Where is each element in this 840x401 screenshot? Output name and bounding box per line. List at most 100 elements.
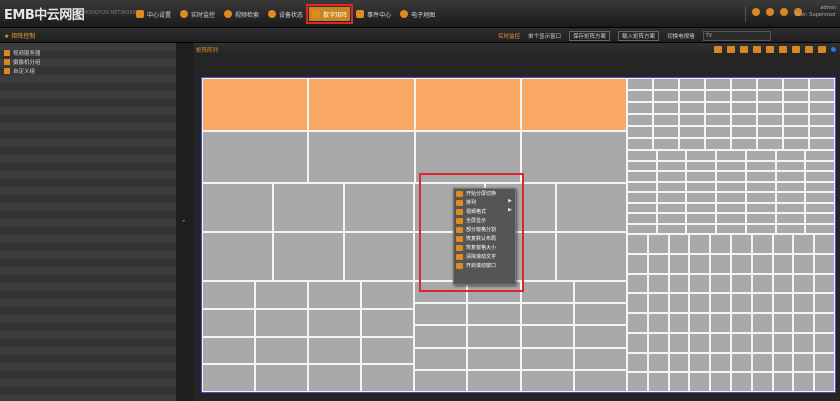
video-window[interactable] — [361, 308, 414, 337]
context-menu-item[interactable]: 开启滚动窗口 — [454, 261, 515, 270]
video-window[interactable] — [679, 126, 705, 138]
video-window[interactable] — [745, 213, 776, 224]
video-window[interactable] — [716, 213, 746, 224]
video-window[interactable] — [751, 273, 773, 294]
video-window[interactable] — [731, 102, 757, 114]
video-window[interactable] — [783, 78, 809, 90]
video-window[interactable] — [686, 192, 717, 203]
video-window[interactable] — [647, 273, 669, 294]
video-window[interactable] — [686, 223, 717, 234]
video-window[interactable] — [745, 223, 776, 234]
video-window[interactable] — [647, 253, 669, 274]
video-window[interactable] — [689, 352, 711, 373]
video-window[interactable] — [627, 126, 653, 138]
video-window[interactable] — [731, 234, 752, 254]
video-window[interactable] — [627, 90, 653, 102]
video-window[interactable] — [679, 138, 705, 150]
video-window[interactable] — [705, 114, 731, 126]
snapshot-icon[interactable] — [792, 46, 800, 53]
tvwall-select[interactable]: TV — [702, 31, 771, 41]
video-window[interactable] — [751, 372, 773, 392]
video-window[interactable] — [520, 78, 627, 131]
tree-item-video-server[interactable]: 视频服务器 — [4, 49, 41, 57]
nav-live-monitor[interactable]: 实时监控 — [177, 7, 218, 21]
video-window[interactable] — [414, 78, 521, 131]
video-window[interactable] — [705, 126, 731, 138]
video-window[interactable] — [716, 202, 746, 213]
layout-1-icon[interactable] — [714, 46, 722, 53]
video-window[interactable] — [627, 293, 648, 313]
video-window[interactable] — [647, 234, 669, 254]
video-window[interactable] — [716, 181, 746, 192]
video-window[interactable] — [308, 364, 361, 392]
video-window[interactable] — [668, 273, 690, 294]
video-window[interactable] — [716, 150, 746, 161]
video-window[interactable] — [414, 303, 468, 326]
video-window[interactable] — [793, 372, 815, 392]
video-window[interactable] — [716, 160, 746, 171]
video-window[interactable] — [705, 78, 731, 90]
video-window[interactable] — [647, 332, 669, 353]
video-window[interactable] — [710, 273, 731, 294]
layout-16-icon[interactable] — [753, 46, 761, 53]
context-menu-item[interactable]: 视频格式 ▶ — [454, 207, 515, 216]
video-window[interactable] — [814, 273, 835, 294]
video-window[interactable] — [679, 78, 705, 90]
video-window[interactable] — [361, 336, 414, 365]
video-window[interactable] — [793, 332, 815, 353]
video-window[interactable] — [772, 293, 794, 313]
video-window[interactable] — [653, 90, 679, 102]
video-window[interactable] — [775, 223, 806, 234]
video-window[interactable] — [668, 352, 690, 373]
video-window[interactable] — [809, 138, 835, 150]
video-window[interactable] — [814, 234, 835, 254]
video-window[interactable] — [656, 223, 687, 234]
video-window[interactable] — [710, 332, 731, 353]
video-window[interactable] — [308, 78, 415, 131]
video-window[interactable] — [668, 253, 690, 274]
video-window[interactable] — [814, 372, 835, 392]
video-window[interactable] — [814, 253, 835, 274]
nav-digital-matrix[interactable]: 数字矩阵 — [306, 4, 354, 24]
video-window[interactable] — [627, 253, 648, 274]
video-window[interactable] — [772, 253, 794, 274]
video-window[interactable] — [710, 293, 731, 313]
video-window[interactable] — [467, 347, 521, 370]
nav-video-search[interactable]: 视频检索 — [221, 7, 262, 21]
video-window[interactable] — [710, 313, 731, 333]
video-window[interactable] — [627, 102, 653, 114]
video-window[interactable] — [520, 303, 574, 326]
video-window[interactable] — [716, 223, 746, 234]
video-window[interactable] — [705, 102, 731, 114]
video-window[interactable] — [202, 78, 309, 131]
video-window[interactable] — [361, 364, 414, 392]
mode-label[interactable]: 实时监控 — [498, 32, 520, 40]
video-window[interactable] — [573, 281, 627, 304]
layout-custom-icon[interactable] — [766, 46, 774, 53]
video-window[interactable] — [627, 150, 657, 161]
video-window[interactable] — [793, 293, 815, 313]
video-window[interactable] — [731, 114, 757, 126]
video-window[interactable] — [653, 114, 679, 126]
video-window[interactable] — [783, 138, 809, 150]
video-window[interactable] — [805, 150, 835, 161]
video-window[interactable] — [731, 90, 757, 102]
video-window[interactable] — [520, 281, 574, 304]
video-window[interactable] — [814, 332, 835, 353]
video-window[interactable] — [308, 308, 361, 337]
video-window[interactable] — [757, 138, 783, 150]
video-window[interactable] — [689, 313, 711, 333]
video-window[interactable] — [772, 273, 794, 294]
tool-icon[interactable] — [780, 8, 788, 16]
video-window[interactable] — [793, 273, 815, 294]
video-window[interactable] — [653, 78, 679, 90]
video-window[interactable] — [751, 313, 773, 333]
video-window[interactable] — [627, 114, 653, 126]
video-window[interactable] — [679, 102, 705, 114]
video-window[interactable] — [272, 232, 344, 281]
nav-device-status[interactable]: 设备状态 — [265, 7, 306, 21]
nav-center-settings[interactable]: 中心设置 — [133, 7, 174, 21]
video-window[interactable] — [202, 281, 255, 309]
video-window[interactable] — [772, 372, 794, 392]
video-window[interactable] — [343, 232, 415, 281]
